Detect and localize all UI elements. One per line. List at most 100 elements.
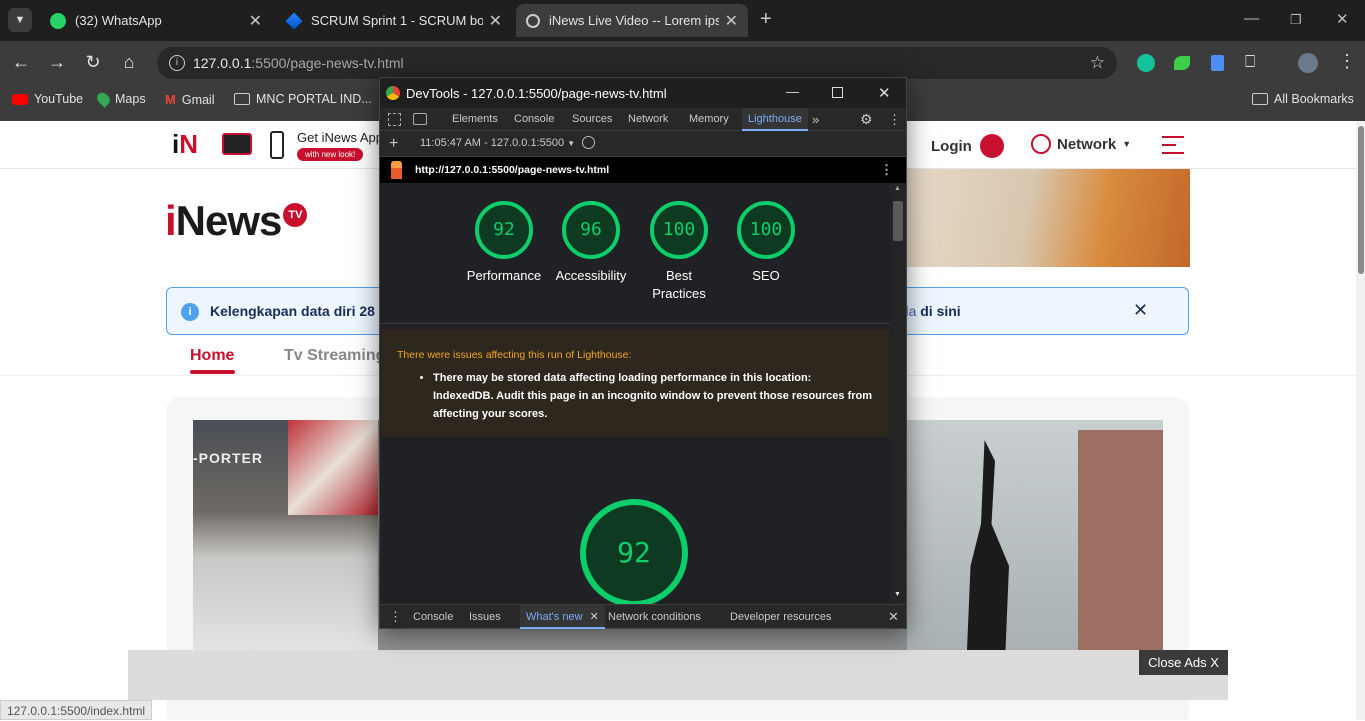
sticky-ad-bar [128, 650, 1228, 700]
tab-network[interactable]: Network [628, 108, 668, 131]
close-window-icon[interactable]: ✕ [1336, 10, 1349, 28]
report-scrollbar[interactable]: ▲ ▼ [890, 183, 906, 604]
tab-whatsapp[interactable]: (32) WhatsApp ✕ [40, 4, 272, 37]
device-toolbar-icon[interactable] [413, 113, 427, 125]
bookmark-maps[interactable]: Maps [94, 90, 146, 108]
score-performance[interactable]: 92 Performance [467, 201, 541, 285]
score-seo[interactable]: 100 SEO [736, 201, 796, 285]
address-bar[interactable]: i 127.0.0.1:5500/page-news-tv.html ☆ [157, 47, 1117, 79]
nav-home[interactable]: Home [190, 347, 235, 374]
inspect-element-icon[interactable] [388, 113, 401, 126]
tab-console[interactable]: Console [514, 108, 554, 131]
scroll-up-icon[interactable]: ▲ [894, 185, 901, 192]
tab-inews[interactable]: iNews Live Video -- Lorem ipsum ✕ [516, 4, 748, 37]
extension-doc-icon[interactable] [1211, 55, 1224, 71]
tab-elements[interactable]: Elements [452, 108, 498, 131]
reload-icon[interactable]: ↻ [82, 52, 104, 73]
logo-news: News [175, 197, 283, 244]
more-tabs-icon[interactable]: » [812, 108, 819, 131]
url-path: :5500/page-news-tv.html [251, 55, 404, 71]
report-selector[interactable]: 11:05:47 AM - 127.0.0.1:5500 ▼ [420, 137, 575, 149]
close-icon[interactable]: ✕ [725, 11, 738, 31]
clear-icon[interactable] [582, 136, 595, 149]
drawer-tab-network-conditions[interactable]: Network conditions [608, 605, 701, 629]
status-bar-url: 127.0.0.1:5500/index.html [0, 700, 153, 720]
all-bookmarks[interactable]: All Bookmarks [1252, 92, 1354, 106]
active-underline [190, 370, 235, 374]
tab-sources[interactable]: Sources [572, 108, 612, 131]
maps-icon [94, 90, 113, 108]
new-tab-button[interactable]: + [760, 8, 772, 31]
hamburger-menu-icon[interactable] [1162, 136, 1184, 154]
site-info-icon[interactable]: i [169, 55, 185, 71]
bookmark-gmail[interactable]: M Gmail [165, 92, 215, 107]
forward-icon[interactable]: → [46, 52, 68, 73]
network-menu[interactable]: Network ▼ [1031, 134, 1131, 154]
score-accessibility[interactable]: 96 Accessibility [556, 201, 626, 285]
bookmark-youtube[interactable]: YouTube [12, 92, 83, 106]
score-best-practices[interactable]: 100 Best Practices [649, 201, 709, 303]
report-scrollbar-thumb[interactable] [893, 201, 903, 241]
banner-text: Kelengkapan data diri 28 [210, 303, 375, 319]
close-drawer-icon[interactable]: ✕ [888, 605, 899, 629]
bookmark-star-icon[interactable]: ☆ [1090, 53, 1105, 73]
close-icon[interactable]: ✕ [590, 611, 599, 623]
devtools-title-bar[interactable]: DevTools - 127.0.0.1:5500/page-news-tv.h… [380, 78, 906, 108]
youtube-icon [12, 93, 28, 105]
bookmark-mnc-portal[interactable]: MNC PORTAL IND... [234, 92, 372, 106]
browser-menu-icon[interactable]: ⋮ [1338, 51, 1356, 72]
close-ads-button[interactable]: Close Ads X [1139, 650, 1228, 675]
bookmark-label: Maps [115, 92, 146, 106]
lighthouse-warning-box: There were issues affecting this run of … [381, 329, 889, 437]
network-label: Network [1057, 135, 1117, 153]
grammarly-icon[interactable] [1137, 54, 1155, 72]
profile-avatar[interactable] [1298, 53, 1318, 73]
close-icon[interactable]: ✕ [249, 11, 262, 31]
close-window-icon[interactable]: ✕ [878, 84, 891, 102]
tab-title: (32) WhatsApp [75, 13, 162, 28]
minimize-icon[interactable]: — [786, 84, 799, 99]
site-logo-small[interactable]: iN [172, 129, 198, 160]
extension-leaf-icon[interactable] [1174, 56, 1190, 70]
globe-icon [526, 13, 540, 28]
scroll-down-icon[interactable]: ▼ [894, 591, 901, 598]
drawer-tab-developer-resources[interactable]: Developer resources [730, 605, 832, 629]
back-icon[interactable]: ← [10, 52, 32, 73]
tab-memory[interactable]: Memory [689, 108, 729, 131]
nav-tv-streaming[interactable]: Tv Streaming [284, 347, 385, 365]
new-report-icon[interactable]: + [389, 135, 398, 153]
get-app-text[interactable]: Get iNews App [297, 130, 383, 145]
jira-icon [285, 12, 303, 29]
close-banner-icon[interactable]: ✕ [1133, 300, 1148, 321]
report-menu-icon[interactable]: ⋮ [880, 162, 893, 178]
maximize-icon[interactable] [832, 87, 843, 98]
tab-scrum[interactable]: SCRUM Sprint 1 - SCRUM board ✕ [276, 4, 512, 37]
drawer-tab-whats-new[interactable]: What's new ✕ [520, 605, 605, 629]
tab-search-button[interactable]: ▼ [8, 8, 32, 32]
drawer-menu-icon[interactable]: ⋮ [389, 605, 402, 629]
drawer-tab-issues[interactable]: Issues [469, 605, 501, 629]
banner-link[interactable]: di sini [920, 303, 960, 319]
restore-icon[interactable]: ❐ [1290, 12, 1302, 28]
photo-text: -PORTER [193, 450, 263, 466]
header-ad-image[interactable] [895, 169, 1190, 267]
bookmark-label: MNC PORTAL IND... [256, 92, 372, 106]
logo-tv-badge: TV [283, 203, 308, 227]
inews-logo[interactable]: iNews TV [165, 197, 308, 245]
tv-icon[interactable] [222, 133, 252, 155]
settings-gear-icon[interactable]: ⚙ [860, 108, 873, 131]
home-icon[interactable]: ⌂ [118, 52, 140, 73]
devtools-menu-icon[interactable]: ⋮ [888, 108, 901, 131]
login-link[interactable]: Login [931, 134, 1004, 158]
lighthouse-toolbar: + 11:05:47 AM - 127.0.0.1:5500 ▼ [380, 131, 906, 157]
tab-lighthouse[interactable]: Lighthouse [742, 108, 808, 131]
extensions-puzzle-icon[interactable]: ⎕ [1245, 52, 1255, 72]
photo-crowd [288, 420, 378, 515]
drawer-tab-console[interactable]: Console [413, 605, 453, 629]
minimize-icon[interactable]: — [1244, 10, 1259, 27]
report-url[interactable]: http://127.0.0.1:5500/page-news-tv.html [415, 164, 609, 176]
caret-down-icon: ▼ [1122, 139, 1132, 149]
close-icon[interactable]: ✕ [489, 11, 502, 31]
user-icon [979, 134, 1004, 158]
page-scrollbar-thumb[interactable] [1358, 126, 1364, 274]
